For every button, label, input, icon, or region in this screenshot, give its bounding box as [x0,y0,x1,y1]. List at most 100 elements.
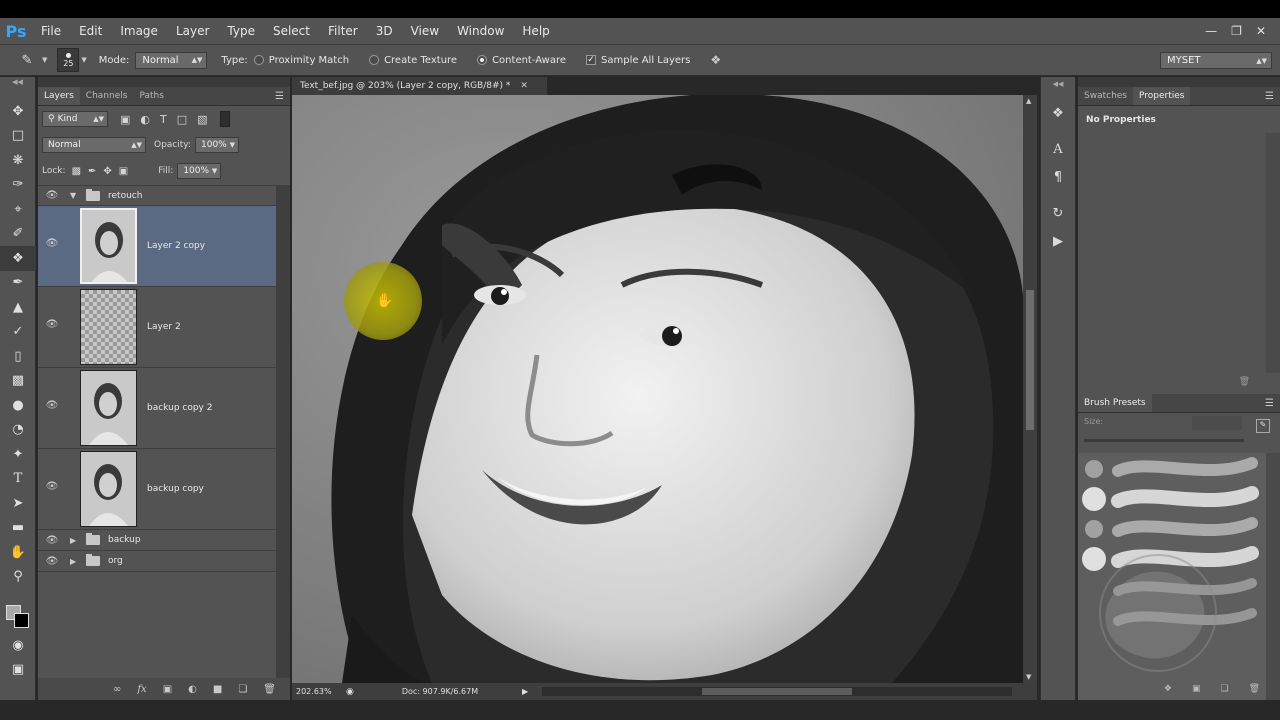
tab-channels[interactable]: Channels [80,87,134,105]
image-canvas[interactable]: ✋ [292,95,1023,683]
menu-help[interactable]: Help [513,24,558,38]
scroll-down-icon[interactable]: ▼ [1026,673,1031,681]
menu-layer[interactable]: Layer [167,24,218,38]
collapsed-triangle-icon[interactable]: ▶ [70,557,80,566]
tab-brush-presets[interactable]: Brush Presets [1078,394,1152,412]
blend-mode-select[interactable]: Normal ▲▼ [42,137,146,153]
brush-preset-list[interactable] [1078,453,1266,700]
visibility-eye-icon[interactable]: 👁 [38,400,66,411]
menu-window[interactable]: Window [448,24,513,38]
fill-input[interactable]: 100% ▼ [177,163,222,179]
menu-select[interactable]: Select [264,24,319,38]
radio-content-aware[interactable] [477,55,488,65]
gradient-icon[interactable]: ▩ [0,369,36,394]
radio-proximity-match[interactable] [253,55,264,65]
filter-adjustment-icon[interactable]: ◐ [140,113,150,126]
link-layers-icon[interactable]: ∞ [113,684,121,695]
properties-scrollbar[interactable] [1266,133,1280,373]
menu-file[interactable]: File [32,24,70,38]
new-layer-icon[interactable]: ❏ [238,684,247,695]
filter-shape-icon[interactable]: □ [177,113,187,126]
size-input[interactable] [1192,416,1242,430]
layer-row-layer-2[interactable]: 👁 Layer 2 [38,287,276,368]
marquee-icon[interactable]: □ [0,124,36,149]
tab-paths[interactable]: Paths [133,87,169,105]
layer-style-fx-icon[interactable]: fx [137,684,146,695]
layers-scrollbar[interactable] [276,185,290,683]
mode-select[interactable]: Normal ▲▼ [135,51,208,69]
brush-view-icon[interactable]: ▣ [1192,684,1201,700]
scroll-thumb[interactable] [1026,290,1034,430]
visibility-eye-icon[interactable]: 👁 [38,238,66,249]
canvas-horizontal-scrollbar[interactable] [542,687,1012,696]
filter-type-icon[interactable]: T [160,113,167,126]
character-icon[interactable]: A [1041,135,1075,163]
visibility-eye-icon[interactable]: 👁 [38,535,66,546]
expanded-triangle-icon[interactable]: ▼ [70,191,80,200]
menu-view[interactable]: View [402,24,448,38]
brush-size-picker[interactable]: 25 [57,48,80,72]
tab-properties[interactable]: Properties [1133,87,1191,105]
filter-smart-object-icon[interactable]: ▧ [197,113,207,126]
actions-play-icon[interactable]: ▶ [1041,227,1075,255]
move-icon[interactable]: ✥ [0,99,36,124]
add-mask-icon[interactable]: ▣ [163,684,172,695]
lock-image-icon[interactable]: ✒ [88,166,96,177]
document-tab[interactable]: Text_bef.jpg @ 203% (Layer 2 copy, RGB/8… [292,77,547,95]
filter-toggle-switch[interactable] [219,111,230,127]
zoom-icon[interactable]: ⚲ [0,565,36,590]
lock-transparent-icon[interactable]: ▩ [72,166,81,177]
spot-healing-icon[interactable]: ❖ [0,246,36,271]
hand-icon[interactable]: ✋ [0,540,36,565]
workspace-select[interactable]: MYSET ▲▼ [1160,52,1272,69]
toggle-brush-panel-icon[interactable]: ❖ [1164,684,1172,700]
history-brush-icon[interactable]: ✓ [0,320,36,345]
brush-presets-scrollbar[interactable] [1266,453,1280,700]
tool-preset-arrow-icon[interactable]: ▼ [42,56,47,64]
zoom-level[interactable]: 202.63% [296,687,340,696]
brush-icon[interactable]: ✒ [0,271,36,296]
size-slider[interactable] [1084,439,1244,442]
rectangle-icon[interactable]: ▬ [0,516,36,541]
history-icon[interactable]: ↻ [1041,199,1075,227]
radio-create-texture[interactable] [369,55,380,65]
visibility-eye-icon[interactable]: 👁 [38,556,66,567]
lock-all-icon[interactable]: ▣ [119,166,128,177]
new-group-icon[interactable]: ■ [213,684,222,695]
lock-position-icon[interactable]: ✥ [103,166,111,177]
collapsed-triangle-icon[interactable]: ▶ [70,536,80,545]
eraser-icon[interactable]: ▯ [0,344,36,369]
healing-brush-preset-icon[interactable]: ✎ [14,49,40,71]
checkbox-sample-all-layers[interactable]: ✓ [586,55,597,65]
close-tab-icon[interactable]: ✕ [520,81,528,91]
quick-mask-icon[interactable]: ◉ [0,633,36,658]
menu-3d[interactable]: 3D [367,24,402,38]
strip-collapse-icon[interactable]: ◀◀ [1041,77,1075,99]
tab-swatches[interactable]: Swatches [1078,87,1133,105]
close-icon[interactable]: ✕ [1256,24,1266,38]
opacity-input[interactable]: 100% ▼ [195,137,239,153]
background-color[interactable] [14,613,29,628]
sample-all-layers[interactable]: ✓ Sample All Layers [586,55,696,66]
brush-picker-arrow-icon[interactable]: ▼ [81,56,86,64]
panel-menu-icon[interactable]: ☰ [1259,394,1280,412]
type-create-texture[interactable]: Create Texture [369,55,463,66]
eyedropper-icon[interactable]: ✐ [0,222,36,247]
hscroll-thumb[interactable] [702,688,852,695]
layer-group-backup[interactable]: 👁 ▶ backup [38,530,276,551]
restore-icon[interactable]: ❐ [1231,24,1242,38]
trash-icon[interactable]: 🗑 [1239,377,1250,387]
status-menu-arrow-icon[interactable]: ▶ [522,687,528,696]
minimize-icon[interactable]: — [1205,24,1217,38]
visibility-eye-icon[interactable]: 👁 [38,319,66,330]
type-proximity-match[interactable]: Proximity Match [253,55,355,66]
visibility-eye-icon[interactable]: 👁 [38,190,66,201]
trash-icon[interactable]: 🗑 [1249,684,1260,700]
blur-icon[interactable]: ● [0,393,36,418]
color-swatches[interactable] [0,593,35,633]
layer-group-retouch[interactable]: 👁 ▼ retouch [38,185,276,206]
quick-select-icon[interactable]: ✑ [0,173,36,198]
path-select-icon[interactable]: ➤ [0,491,36,516]
crop-icon[interactable]: ⌖ [0,197,36,222]
paragraph-icon[interactable]: ¶ [1041,163,1075,191]
